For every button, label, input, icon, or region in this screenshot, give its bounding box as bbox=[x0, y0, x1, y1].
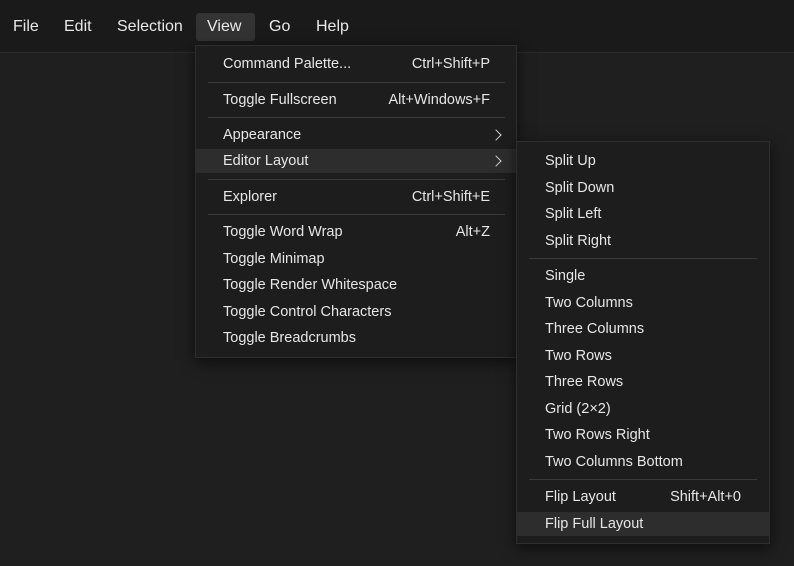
toggle-breadcrumbs-label: Toggle Breadcrumbs bbox=[223, 330, 356, 346]
three-columns-label: Three Columns bbox=[545, 321, 645, 337]
menu-item-grid[interactable]: Grid (2×2) bbox=[517, 397, 769, 421]
menu-item-split-down[interactable]: Split Down bbox=[517, 176, 769, 200]
menu-item-three-rows[interactable]: Three Rows bbox=[517, 370, 769, 394]
menu-item-toggle-control-characters[interactable]: Toggle Control Characters bbox=[196, 300, 516, 324]
flip-layout-label: Flip Layout bbox=[545, 489, 616, 505]
menu-item-flip-layout[interactable]: Flip Layout Shift+Alt+0 bbox=[517, 485, 769, 509]
explorer-label: Explorer bbox=[223, 189, 277, 205]
editor-layout-label: Editor Layout bbox=[223, 153, 309, 169]
menu-file[interactable]: File bbox=[2, 13, 50, 41]
single-label: Single bbox=[545, 268, 586, 284]
menu-selection[interactable]: Selection bbox=[106, 13, 194, 41]
menu-item-toggle-fullscreen[interactable]: Toggle Fullscreen Alt+Windows+F bbox=[196, 88, 516, 112]
menu-item-split-up[interactable]: Split Up bbox=[517, 149, 769, 173]
command-palette-label: Command Palette... bbox=[223, 56, 352, 72]
menu-item-appearance[interactable]: Appearance bbox=[196, 123, 516, 147]
menu-item-two-columns-bottom[interactable]: Two Columns Bottom bbox=[517, 450, 769, 474]
toggle-fullscreen-shortcut: Alt+Windows+F bbox=[388, 92, 490, 108]
menu-item-split-left[interactable]: Split Left bbox=[517, 202, 769, 226]
menu-item-flip-full-layout[interactable]: Flip Full Layout bbox=[517, 512, 769, 536]
menu-separator bbox=[529, 479, 757, 480]
menu-edit[interactable]: Edit bbox=[53, 13, 103, 41]
menu-item-two-columns[interactable]: Two Columns bbox=[517, 291, 769, 315]
menu-help[interactable]: Help bbox=[305, 13, 360, 41]
menu-item-editor-layout[interactable]: Editor Layout bbox=[196, 149, 516, 173]
two-rows-label: Two Rows bbox=[545, 348, 612, 364]
menu-item-toggle-breadcrumbs[interactable]: Toggle Breadcrumbs bbox=[196, 326, 516, 350]
split-right-label: Split Right bbox=[545, 233, 612, 249]
menu-item-toggle-render-whitespace[interactable]: Toggle Render Whitespace bbox=[196, 273, 516, 297]
chevron-right-icon bbox=[490, 155, 502, 167]
toggle-fullscreen-label: Toggle Fullscreen bbox=[223, 92, 337, 108]
menu-item-two-rows-right[interactable]: Two Rows Right bbox=[517, 423, 769, 447]
explorer-shortcut: Ctrl+Shift+E bbox=[411, 189, 490, 205]
editor-layout-submenu: Split Up Split Down Split Left Split Rig… bbox=[516, 141, 770, 544]
appearance-label: Appearance bbox=[223, 127, 302, 143]
grid-label: Grid (2×2) bbox=[545, 401, 611, 417]
view-menu: Command Palette... Ctrl+Shift+P Toggle F… bbox=[195, 45, 517, 358]
toggle-control-characters-label: Toggle Control Characters bbox=[223, 304, 392, 320]
menu-item-explorer[interactable]: Explorer Ctrl+Shift+E bbox=[196, 185, 516, 209]
menu-separator bbox=[208, 214, 505, 215]
menu-separator bbox=[208, 179, 505, 180]
menu-item-command-palette[interactable]: Command Palette... Ctrl+Shift+P bbox=[196, 52, 516, 76]
menu-go[interactable]: Go bbox=[258, 13, 301, 41]
menu-view[interactable]: View bbox=[196, 13, 255, 41]
menu-item-toggle-minimap[interactable]: Toggle Minimap bbox=[196, 247, 516, 271]
toggle-render-whitespace-label: Toggle Render Whitespace bbox=[223, 277, 398, 293]
menu-separator bbox=[208, 82, 505, 83]
toggle-word-wrap-label: Toggle Word Wrap bbox=[223, 224, 343, 240]
chevron-right-icon bbox=[490, 129, 502, 141]
two-columns-label: Two Columns bbox=[545, 295, 633, 311]
split-left-label: Split Left bbox=[545, 206, 602, 222]
menu-separator bbox=[208, 117, 505, 118]
two-columns-bottom-label: Two Columns Bottom bbox=[545, 454, 683, 470]
three-rows-label: Three Rows bbox=[545, 374, 624, 390]
menu-item-two-rows[interactable]: Two Rows bbox=[517, 344, 769, 368]
menu-separator bbox=[529, 258, 757, 259]
toggle-minimap-label: Toggle Minimap bbox=[223, 251, 325, 267]
two-rows-right-label: Two Rows Right bbox=[545, 427, 650, 443]
toggle-word-wrap-shortcut: Alt+Z bbox=[455, 224, 490, 240]
flip-layout-shortcut: Shift+Alt+0 bbox=[670, 489, 741, 505]
menu-item-three-columns[interactable]: Three Columns bbox=[517, 317, 769, 341]
menu-item-split-right[interactable]: Split Right bbox=[517, 229, 769, 253]
command-palette-shortcut: Ctrl+Shift+P bbox=[411, 56, 490, 72]
menu-item-single[interactable]: Single bbox=[517, 264, 769, 288]
app-window: File Edit Selection View Go Help Command… bbox=[0, 0, 794, 566]
split-down-label: Split Down bbox=[545, 180, 615, 196]
menu-item-toggle-word-wrap[interactable]: Toggle Word Wrap Alt+Z bbox=[196, 220, 516, 244]
split-up-label: Split Up bbox=[545, 153, 596, 169]
flip-full-layout-label: Flip Full Layout bbox=[545, 516, 644, 532]
